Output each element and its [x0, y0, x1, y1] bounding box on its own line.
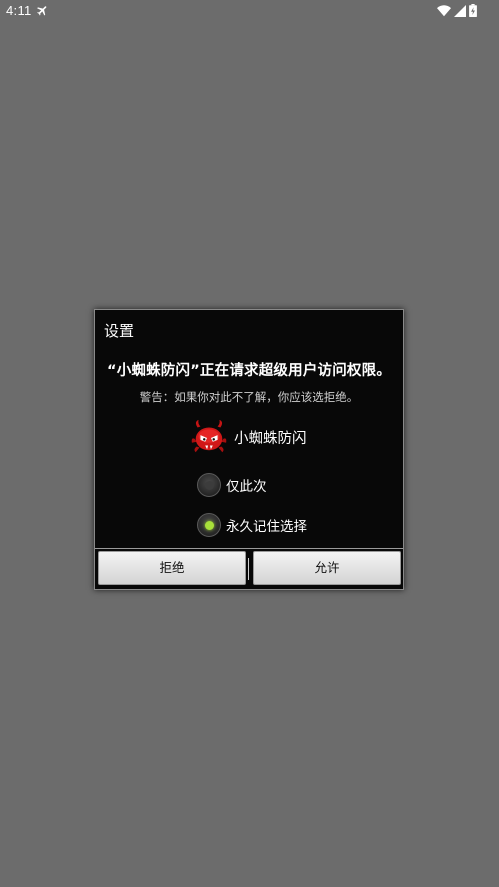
radio-remember[interactable] [197, 513, 221, 537]
spider-app-icon [191, 419, 227, 453]
wifi-icon [437, 4, 451, 16]
warning-text: 警告：如果你对此不了解，你应该选拒绝。 [139, 390, 359, 404]
option-remember-label: 永久记住选择 [226, 519, 307, 535]
battery-icon [469, 4, 477, 17]
allow-button[interactable]: 允许 [253, 551, 401, 585]
app-info-row: 小蜘蛛防闪 [190, 418, 307, 456]
button-divider [95, 548, 403, 549]
option-once-label: 仅此次 [226, 479, 267, 495]
signal-icon [454, 4, 466, 17]
option-once[interactable]: 仅此次 [197, 472, 267, 498]
option-remember[interactable]: 永久记住选择 [197, 512, 307, 538]
status-icons [437, 4, 477, 17]
status-time: 4:11 [6, 3, 32, 18]
app-name: 小蜘蛛防闪 [234, 430, 307, 447]
radio-once[interactable] [197, 473, 221, 497]
button-separator [248, 558, 249, 580]
status-bar: 4:11 [0, 0, 499, 22]
request-heading: “小蜘蛛防闪”正在请求超级用户访问权限。 [106, 363, 392, 379]
deny-button[interactable]: 拒绝 [98, 551, 246, 585]
superuser-request-dialog: 设置 “小蜘蛛防闪”正在请求超级用户访问权限。 警告：如果你对此不了解，你应该选… [94, 309, 404, 590]
airplane-icon [37, 6, 47, 16]
dialog-title: 设置 [104, 322, 135, 340]
